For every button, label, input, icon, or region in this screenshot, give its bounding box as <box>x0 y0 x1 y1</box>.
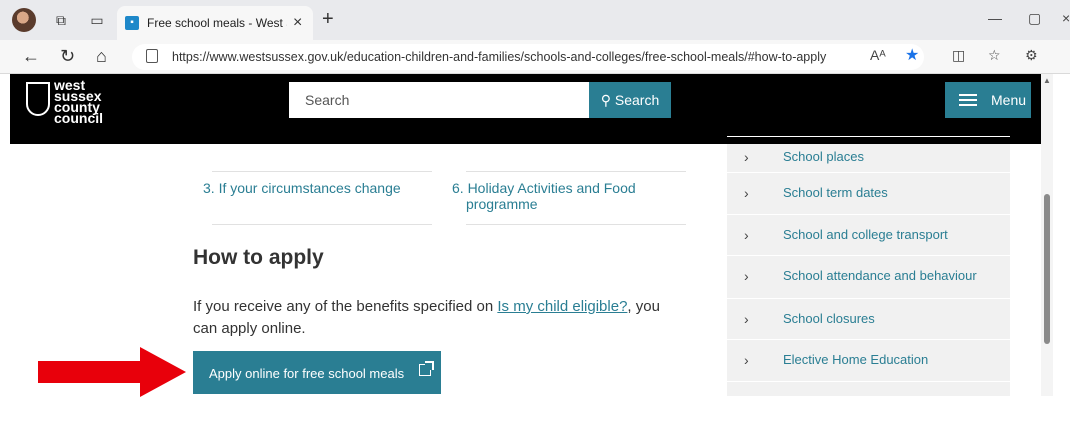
site-favicon-icon: ▪ <box>125 16 139 30</box>
sidebar-item-closures[interactable]: › School closures <box>727 298 1010 339</box>
site-header: west sussex county council ⚲ Search Menu <box>10 74 1041 144</box>
favorites-icon[interactable]: ☆ <box>988 47 1001 64</box>
chevron-right-icon: › <box>744 311 749 327</box>
sidebar-nav: › School places › School term dates › Sc… <box>727 136 1010 396</box>
scroll-thumb[interactable] <box>1044 194 1050 344</box>
red-arrow-annotation <box>38 347 186 397</box>
refresh-icon[interactable]: ↻ <box>60 46 75 67</box>
tab-actions-icon[interactable]: ▭ <box>86 9 108 31</box>
apply-online-label: Apply online for free school meals <box>209 366 405 381</box>
scroll-up-icon[interactable]: ▲ <box>1043 76 1051 85</box>
contents-divider <box>212 171 432 172</box>
favorite-star-icon[interactable]: ★ <box>905 45 919 65</box>
chevron-right-icon: › <box>744 352 749 368</box>
logo-text: west sussex county council <box>54 77 104 126</box>
contents-divider <box>466 224 686 225</box>
chevron-right-icon: › <box>744 268 749 284</box>
search-button[interactable]: ⚲ Search <box>589 82 671 118</box>
tab-close-icon[interactable]: × <box>293 14 302 32</box>
collections-icon[interactable]: ⧉ <box>50 9 72 31</box>
search-button-label: Search <box>614 91 660 108</box>
apply-paragraph: If you receive any of the benefits speci… <box>193 298 660 337</box>
page-scrollbar[interactable]: ▲ <box>1041 74 1053 396</box>
home-icon[interactable]: ⌂ <box>96 46 107 67</box>
chevron-right-icon: › <box>744 185 749 201</box>
profile-avatar[interactable] <box>12 8 36 32</box>
menu-label: Menu <box>991 92 1027 108</box>
extensions-icon[interactable]: ⚙ <box>1025 47 1038 64</box>
hamburger-icon <box>959 94 977 106</box>
browser-tabbar: ⧉ ▭ ▪ Free school meals - West Sussex × … <box>0 0 1070 40</box>
browser-tab[interactable]: ▪ Free school meals - West Sussex × <box>117 6 313 40</box>
back-icon[interactable]: ← <box>22 46 40 67</box>
menu-button[interactable]: Menu <box>945 82 1031 118</box>
contents-divider <box>466 171 686 172</box>
close-window-icon[interactable]: × <box>1062 10 1070 26</box>
sidebar-item-term-dates[interactable]: › School term dates <box>727 172 1010 213</box>
lock-icon[interactable] <box>146 49 158 63</box>
contents-divider <box>212 224 432 225</box>
search-input[interactable] <box>289 82 589 118</box>
sidebar-item-school-places[interactable]: › School places <box>727 136 1010 177</box>
search-icon: ⚲ <box>600 91 611 108</box>
read-aloud-icon[interactable]: Aᴬ <box>870 47 886 63</box>
contents-link-holiday-activities[interactable]: 6. Holiday Activities and Food programme <box>452 180 636 212</box>
url-field[interactable]: https://www.westsussex.gov.uk/education-… <box>132 44 924 70</box>
crest-icon <box>26 82 50 116</box>
minimize-icon[interactable]: — <box>988 10 1002 26</box>
sidebar-item-attendance[interactable]: › School attendance and behaviour <box>727 255 1010 296</box>
tab-title: Free school meals - West Sussex <box>147 16 287 30</box>
sidebar-item-more[interactable] <box>727 381 1010 422</box>
split-screen-icon[interactable]: ◫ <box>952 47 965 64</box>
new-tab-icon[interactable]: + <box>322 8 334 31</box>
address-bar: ← ↻ ⌂ https://www.westsussex.gov.uk/educ… <box>0 40 1070 74</box>
contents-link-circumstances[interactable]: 3. If your circumstances change <box>203 180 401 196</box>
council-logo[interactable]: west sussex county council <box>26 77 116 130</box>
external-link-icon <box>419 361 434 376</box>
chevron-right-icon: › <box>744 149 749 165</box>
eligibility-link[interactable]: Is my child eligible? <box>497 298 627 315</box>
maximize-icon[interactable]: ▢ <box>1028 10 1041 27</box>
apply-online-button[interactable]: Apply online for free school meals <box>193 351 441 394</box>
sidebar-item-transport[interactable]: › School and college transport <box>727 214 1010 255</box>
section-heading: How to apply <box>193 246 324 269</box>
sidebar-item-home-education[interactable]: › Elective Home Education <box>727 339 1010 380</box>
chevron-right-icon: › <box>744 227 749 243</box>
url-text[interactable]: https://www.westsussex.gov.uk/education-… <box>172 50 826 64</box>
